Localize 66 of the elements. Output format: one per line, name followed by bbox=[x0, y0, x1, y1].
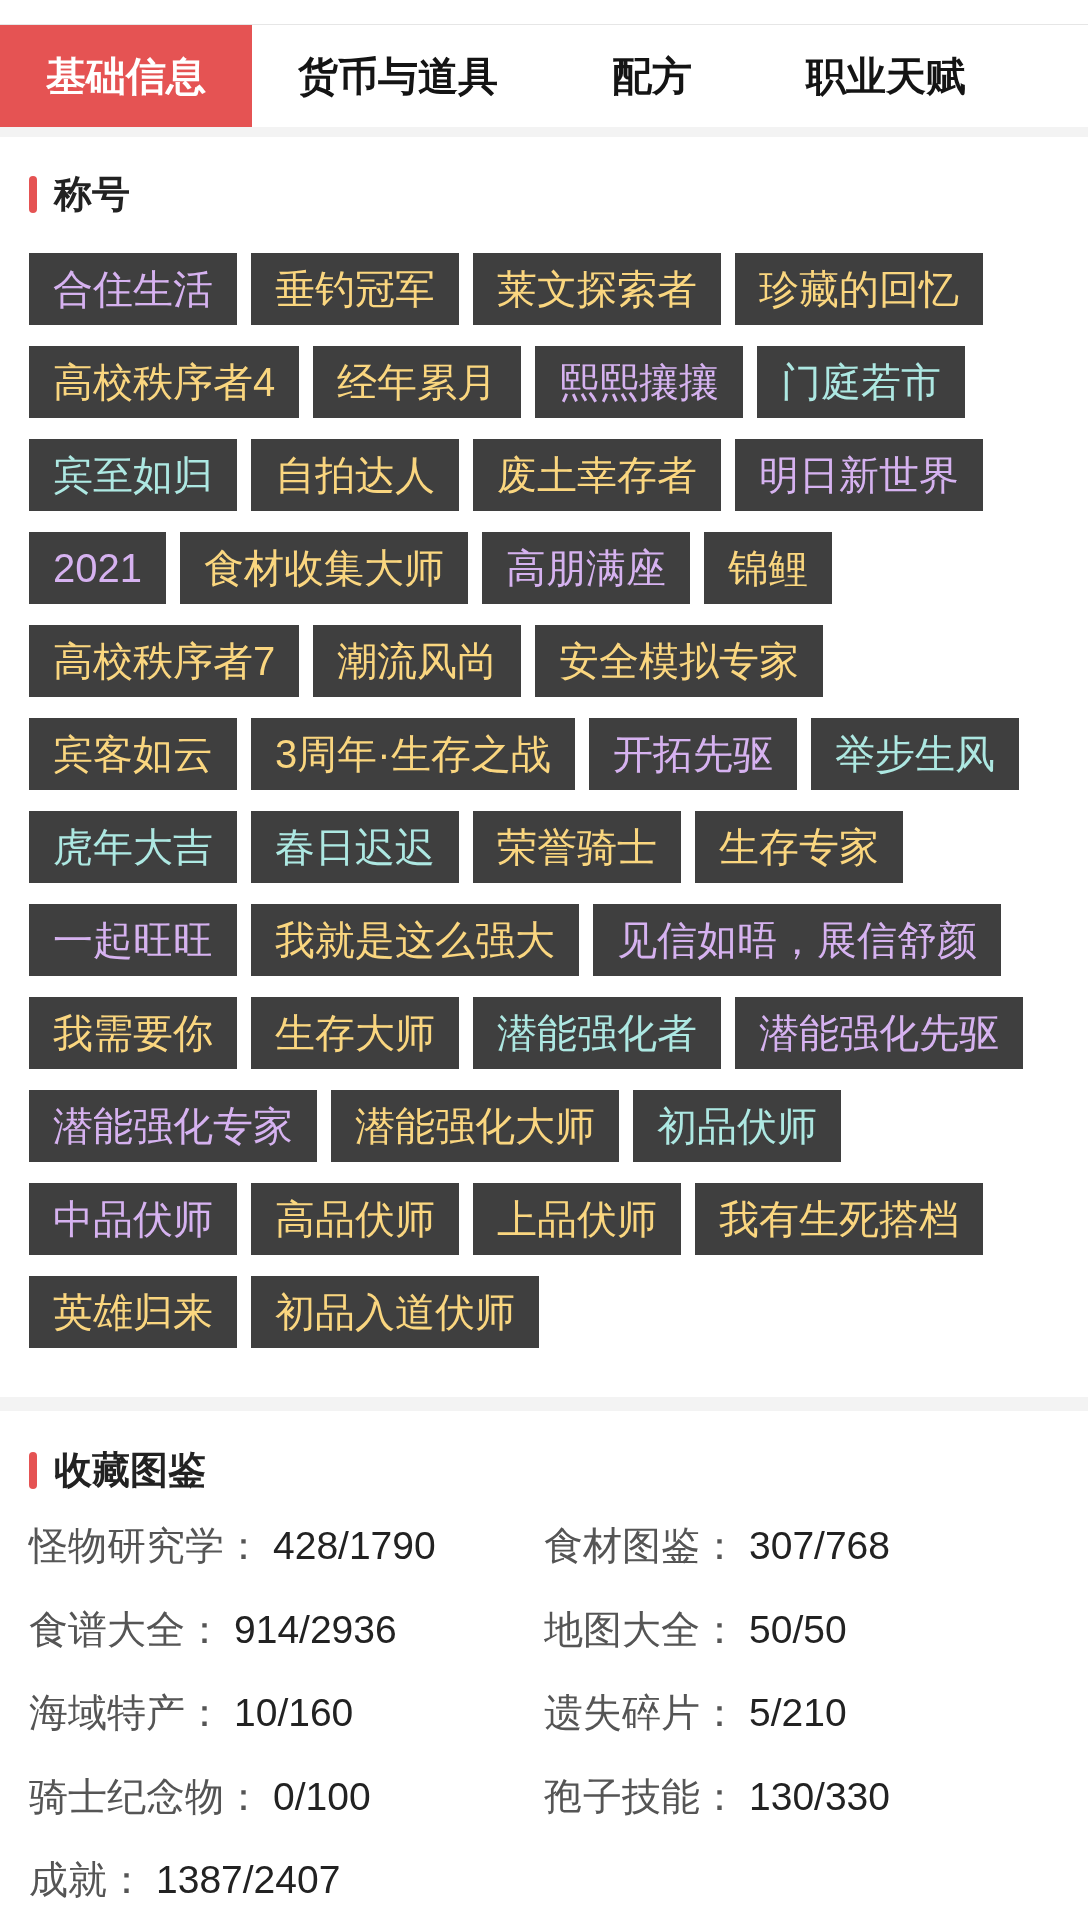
title-tag-label: 我需要你 bbox=[53, 1013, 213, 1053]
title-tag-label: 生存大师 bbox=[275, 1013, 435, 1053]
title-tag-label: 举步生风 bbox=[834, 734, 995, 774]
stat-label: 怪物研究学： bbox=[29, 1526, 263, 1566]
title-tag-label: 宾至如归 bbox=[53, 455, 213, 495]
title-tag-label: 废土幸存者 bbox=[497, 455, 697, 495]
title-tag-label: 3周年·生存之战 bbox=[275, 734, 551, 774]
title-tag-label: 高校秩序者7 bbox=[53, 641, 276, 681]
title-tag-label: 2021 bbox=[53, 548, 142, 588]
stat-label: 骑士纪念物： bbox=[29, 1776, 263, 1816]
title-tag-label: 明日新世界 bbox=[759, 455, 959, 495]
title-tag-label: 中品伏师 bbox=[53, 1199, 213, 1239]
title-tag-label: 生存专家 bbox=[719, 827, 879, 867]
stat-value: 50/50 bbox=[749, 1609, 847, 1649]
title-tag-label: 虎年大吉 bbox=[53, 827, 213, 867]
title-tag-label: 开拓先驱 bbox=[612, 734, 773, 774]
heading-accent-bar bbox=[29, 1451, 37, 1489]
title-tag-label: 垂钓冠军 bbox=[275, 269, 435, 309]
stat-value: 0/100 bbox=[273, 1776, 371, 1816]
title-tag-label: 门庭若市 bbox=[781, 362, 942, 402]
stat-label: 地图大全： bbox=[544, 1609, 739, 1649]
title-tag-label: 锦鲤 bbox=[728, 548, 808, 588]
title-tag-label: 春日迟迟 bbox=[275, 827, 435, 867]
stat-value: 130/330 bbox=[749, 1776, 890, 1816]
title-tag-label: 莱文探索者 bbox=[497, 269, 697, 309]
title-tag-label: 潜能强化者 bbox=[497, 1013, 697, 1053]
title-tag-label: 潜能强化专家 bbox=[53, 1106, 293, 1146]
title-tag-label: 一起旺旺 bbox=[53, 920, 213, 960]
tab[interactable]: 基础信息 bbox=[0, 25, 252, 127]
stat-label: 食谱大全： bbox=[29, 1609, 224, 1649]
stat-label: 海域特产： bbox=[29, 1693, 224, 1733]
title-tag-label: 经年累月 bbox=[337, 362, 498, 402]
title-tag-label: 我有生死搭档 bbox=[719, 1199, 959, 1239]
title-tag-label: 食材收集大师 bbox=[204, 548, 444, 588]
title-tag-label: 潜能强化大师 bbox=[355, 1106, 595, 1146]
title-tag-label: 熙熙攘攘 bbox=[559, 362, 720, 402]
title-tag-label: 高校秩序者4 bbox=[53, 362, 276, 402]
title-tag-label: 自拍达人 bbox=[275, 455, 435, 495]
stat-value: 5/210 bbox=[749, 1693, 847, 1733]
title-tag-label: 初品入道伏师 bbox=[275, 1292, 515, 1332]
stat-value: 307/768 bbox=[749, 1526, 890, 1566]
stat-value: 428/1790 bbox=[273, 1526, 436, 1566]
title-tag-label: 初品伏师 bbox=[657, 1106, 817, 1146]
heading-accent-bar bbox=[29, 175, 37, 213]
title-tag-label: 英雄归来 bbox=[53, 1292, 213, 1332]
title-tag-label: 安全模拟专家 bbox=[559, 641, 800, 681]
title-tag-label: 见信如晤，展信舒颜 bbox=[617, 920, 977, 960]
title-tag-label: 高品伏师 bbox=[275, 1199, 435, 1239]
title-tag-label: 潜能强化先驱 bbox=[759, 1013, 999, 1053]
title-tag-label: 上品伏师 bbox=[497, 1199, 657, 1239]
stat-label: 食材图鉴： bbox=[544, 1526, 739, 1566]
title-tag-label: 合住生活 bbox=[53, 269, 213, 309]
stat-label: 成就： bbox=[29, 1860, 146, 1900]
stat-label: 遗失碎片： bbox=[544, 1693, 739, 1733]
title-tag-label: 宾客如云 bbox=[53, 734, 213, 774]
title-tag-label: 荣誉骑士 bbox=[497, 827, 657, 867]
title-tag-label: 我就是这么强大 bbox=[275, 920, 555, 960]
title-tag-label: 高朋满座 bbox=[506, 548, 666, 588]
title-tag-label: 珍藏的回忆 bbox=[759, 269, 959, 309]
stat-value: 10/160 bbox=[234, 1693, 354, 1733]
section-heading: 称号 bbox=[54, 172, 130, 217]
stat-value: 1387/2407 bbox=[156, 1860, 341, 1900]
title-tag-label: 潮流风尚 bbox=[337, 641, 498, 681]
section-heading: 收藏图鉴 bbox=[54, 1448, 206, 1493]
stat-label: 孢子技能： bbox=[544, 1776, 739, 1816]
stat-value: 914/2936 bbox=[234, 1609, 397, 1649]
